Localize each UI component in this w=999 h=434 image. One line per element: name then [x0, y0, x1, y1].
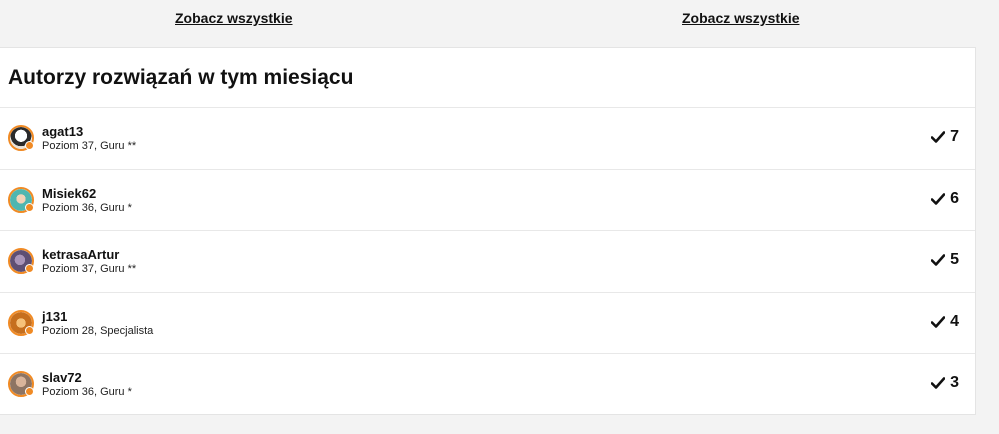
score-value: 5: [950, 251, 959, 269]
check-icon: [931, 315, 946, 328]
author-row: Misiek62 Poziom 36, Guru * 6: [0, 170, 975, 232]
solutions-score: 7: [931, 128, 959, 146]
author-row: j131 Poziom 28, Specjalista 4: [0, 293, 975, 355]
solutions-score: 3: [931, 374, 959, 392]
solution-authors-panel: Autorzy rozwiązań w tym miesiącu agat13 …: [0, 47, 976, 415]
panel-title: Autorzy rozwiązań w tym miesiącu: [0, 48, 975, 108]
check-icon: [931, 192, 946, 205]
see-all-link-left[interactable]: Zobacz wszystkie: [175, 10, 293, 26]
solutions-score: 6: [931, 190, 959, 208]
author-rank: Poziom 37, Guru **: [42, 140, 137, 152]
check-icon: [931, 254, 946, 266]
score-value: 4: [950, 312, 959, 330]
author-row: slav72 Poziom 36, Guru * 3: [0, 354, 975, 416]
see-all-link-right[interactable]: Zobacz wszystkie: [682, 10, 800, 26]
author-name[interactable]: slav72: [42, 370, 82, 385]
author-row: agat13 Poziom 37, Guru ** 7: [0, 108, 975, 170]
score-value: 7: [950, 128, 959, 145]
author-rank: Poziom 36, Guru *: [42, 386, 132, 399]
top-links: Zobacz wszystkie Zobacz wszystkie: [0, 0, 999, 40]
level-badge-icon: [25, 264, 34, 274]
level-badge-icon: [25, 202, 34, 212]
check-icon: [931, 377, 946, 390]
level-badge-icon: [25, 387, 34, 397]
author-name[interactable]: Misiek62: [42, 186, 96, 201]
level-badge-icon: [25, 141, 34, 150]
author-rank: Poziom 28, Specjalista: [42, 324, 154, 337]
author-name[interactable]: j131: [42, 309, 67, 324]
author-name[interactable]: ketrasaArtur: [42, 247, 119, 262]
author-rank: Poziom 36, Guru *: [42, 201, 132, 214]
score-value: 3: [950, 374, 959, 392]
author-name[interactable]: agat13: [42, 124, 83, 139]
score-value: 6: [950, 189, 959, 207]
level-badge-icon: [25, 325, 34, 335]
solutions-score: 5: [931, 251, 959, 269]
check-icon: [931, 131, 946, 143]
author-rank: Poziom 37, Guru **: [42, 263, 137, 276]
solutions-score: 4: [931, 313, 959, 331]
author-row: ketrasaArtur Poziom 37, Guru ** 5: [0, 231, 975, 293]
